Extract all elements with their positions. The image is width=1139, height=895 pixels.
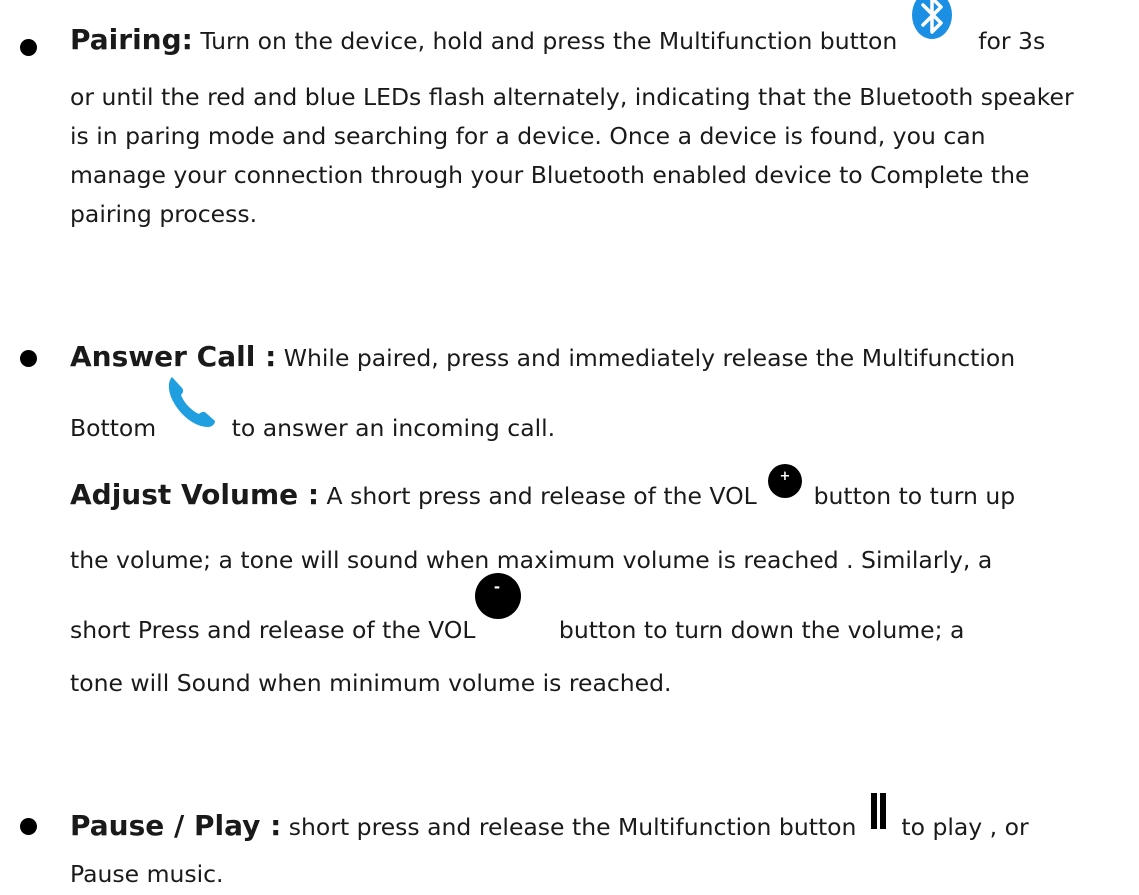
pairing-text: Turn on the device, hold and press the M…: [192, 27, 905, 55]
pairing-title: Pairing:: [70, 23, 193, 56]
volume-down-icon: -: [475, 572, 522, 650]
adjust-volume-text-4: short Press and release of the VOL: [70, 615, 476, 644]
volume-up-icon: +: [768, 459, 803, 521]
phone-icon: [162, 373, 218, 454]
pairing-section: Pairing: Turn on the device, hold and pr…: [70, 0, 1130, 234]
bullet-answer-call: [20, 350, 37, 367]
pairing-body: or until the red and blue LEDs flash alt…: [70, 82, 1074, 228]
pause-play-line-2: Pause music.: [70, 859, 224, 888]
bullet-pairing: [20, 39, 37, 56]
adjust-volume-line-2: the volume; a tone will sound when maxim…: [70, 545, 993, 574]
answer-call-text: While paired, press and immediately rele…: [276, 344, 1016, 372]
answer-call-section: Answer Call : While paired, press and im…: [70, 326, 1130, 470]
pause-play-section: Pause / Play : short press and release t…: [70, 792, 1130, 891]
bluetooth-icon: [911, 0, 953, 72]
adjust-volume-section: Adjust Volume : A short press and releas…: [70, 463, 1130, 703]
volume-up-symbol: +: [780, 469, 791, 484]
volume-down-symbol: -: [494, 578, 500, 596]
adjust-volume-text-5: button to turn down the volume; a: [551, 615, 965, 644]
answer-call-text-bottom: Bottom: [70, 414, 157, 442]
bullet-pause-play: [20, 818, 37, 835]
pause-icon: [870, 791, 888, 851]
adjust-volume-title: Adjust Volume :: [70, 478, 320, 511]
pause-play-text-2: to play , or: [893, 813, 1029, 841]
answer-call-text-tail: to answer an incoming call.: [224, 414, 556, 442]
answer-call-title: Answer Call :: [70, 340, 277, 373]
adjust-volume-text: A short press and release of the VOL: [319, 482, 765, 510]
pause-play-title: Pause / Play :: [70, 809, 282, 842]
pairing-text-tail: for 3s: [970, 27, 1046, 55]
adjust-volume-text-2: button to turn up: [806, 482, 1016, 510]
pause-play-text: short press and release the Multifunctio…: [281, 813, 864, 841]
adjust-volume-line-4: tone will Sound when minimum volume is r…: [70, 669, 672, 697]
